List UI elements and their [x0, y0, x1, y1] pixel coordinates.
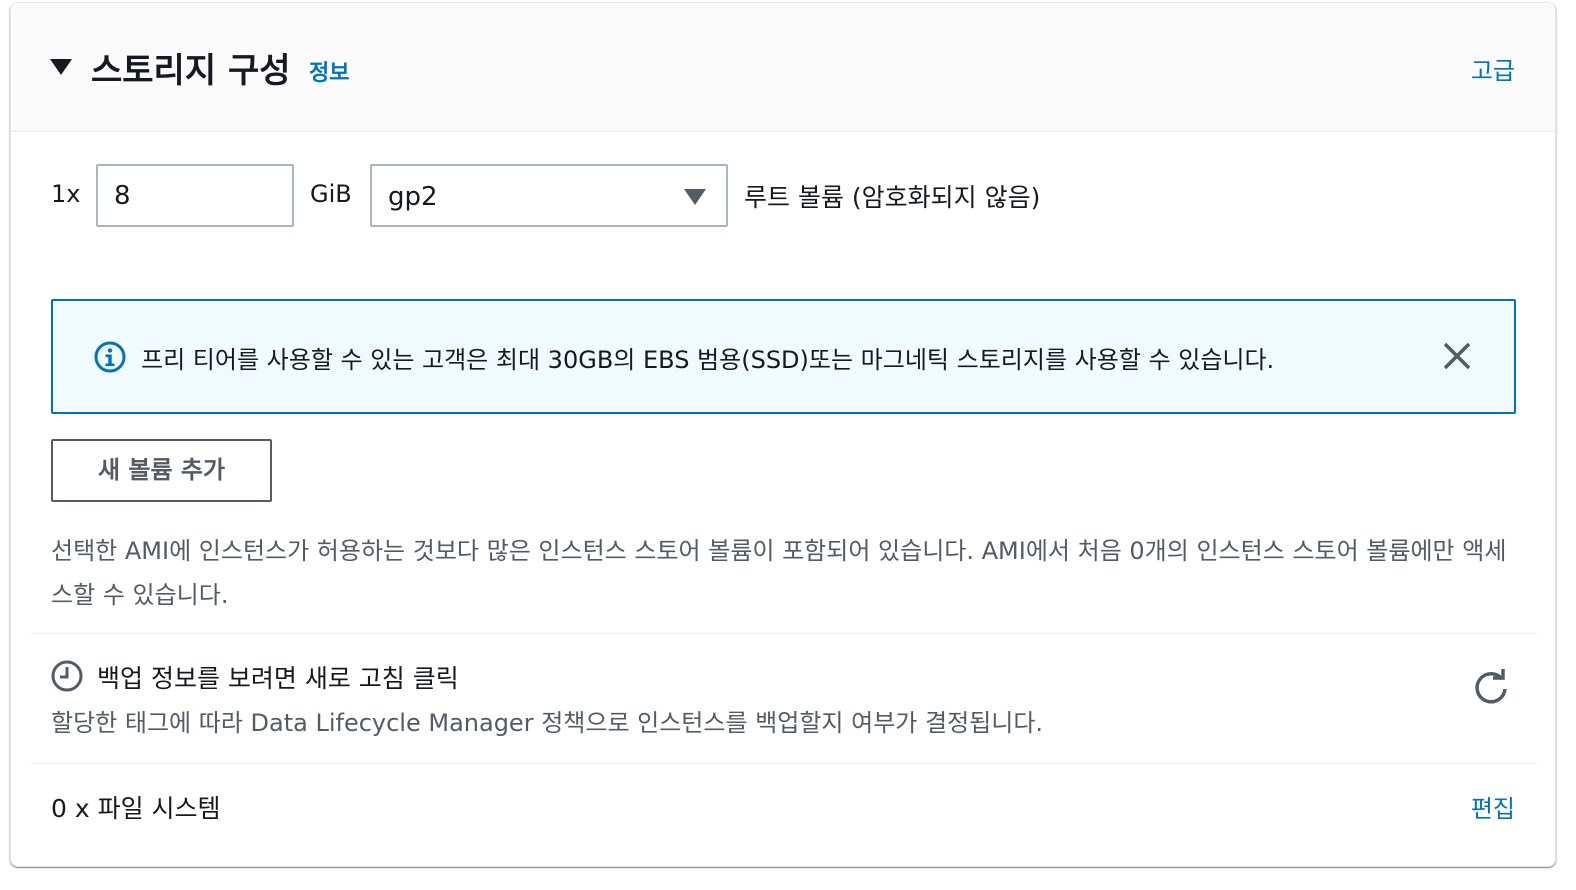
volume-count: 1x: [51, 180, 81, 208]
volume-type-value: gp2: [388, 182, 438, 212]
divider: [31, 763, 1537, 764]
filesystem-count-label: 0 x 파일 시스템: [51, 794, 221, 823]
add-volume-button[interactable]: 새 볼륨 추가: [51, 439, 272, 502]
chevron-down-icon: [684, 189, 706, 205]
panel-title: 스토리지 구성: [91, 51, 291, 91]
divider: [31, 633, 1537, 634]
storage-config-panel: 스토리지 구성 정보 고급 1x GiB gp2 루트 볼륨 (암호화되지 않음…: [10, 2, 1556, 867]
backup-title: 백업 정보를 보려면 새로 고침 클릭: [97, 664, 459, 693]
backup-description: 할당한 태그에 따라 Data Lifecycle Manager 정책으로 인…: [51, 709, 1044, 737]
root-volume-label: 루트 볼륨 (암호화되지 않음): [744, 183, 1041, 212]
edit-filesystems-link[interactable]: 편집: [1471, 789, 1515, 824]
refresh-icon[interactable]: [1471, 667, 1511, 707]
info-link[interactable]: 정보: [309, 55, 349, 87]
collapse-caret-icon[interactable]: [50, 59, 72, 75]
close-icon[interactable]: [1440, 339, 1474, 373]
panel-header: 스토리지 구성 정보 고급: [11, 3, 1555, 132]
volume-type-select[interactable]: gp2: [370, 164, 728, 227]
volume-unit: GiB: [310, 180, 352, 208]
alert-message: 프리 티어를 사용할 수 있는 고객은 최대 30GB의 EBS 범용(SSD)…: [141, 346, 1275, 374]
instance-store-warning: 선택한 AMI에 인스턴스가 허용하는 것보다 많은 인스턴스 스토어 볼륨이 …: [51, 537, 1507, 609]
volume-size-input[interactable]: [96, 164, 294, 227]
clock-icon: [51, 660, 83, 692]
info-icon: [94, 341, 126, 373]
root-volume-row: 1x GiB gp2 루트 볼륨 (암호화되지 않음): [51, 164, 1151, 228]
advanced-link[interactable]: 고급: [1471, 51, 1515, 86]
free-tier-alert: 프리 티어를 사용할 수 있는 고객은 최대 30GB의 EBS 범용(SSD)…: [51, 299, 1516, 414]
